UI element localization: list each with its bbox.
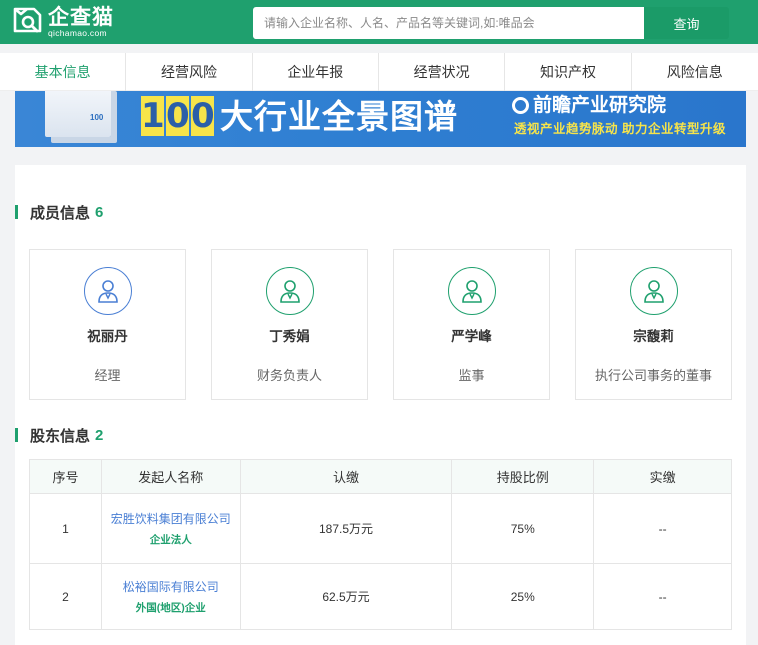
member-name: 祝丽丹 (87, 329, 128, 344)
cell-subscribed: 187.5万元 (239, 493, 453, 564)
tab-intellectual-property[interactable]: 知识产权 (505, 53, 632, 91)
member-name: 丁秀娟 (269, 329, 310, 344)
search-input[interactable] (264, 16, 644, 30)
cell-paid: -- (593, 563, 732, 630)
shareholder-link[interactable]: 宏胜饮料集团有限公司 (102, 511, 240, 528)
tab-bar: 基本信息 经营风险 企业年报 经营状况 知识产权 风险信息 (0, 53, 758, 91)
title-accent-bar (15, 205, 18, 219)
cell-index: 1 (29, 493, 102, 564)
table-row: 2 松裕国际有限公司 外国(地区)企业 62.5万元 25% -- (29, 563, 732, 630)
banner-brand: 前瞻产业研究院 (512, 93, 666, 117)
search-button[interactable]: 查询 (644, 7, 729, 39)
shareholder-link[interactable]: 松裕国际有限公司 (102, 579, 240, 596)
top-header: 企查猫 qichamao.com 查询 (0, 0, 758, 44)
member-card[interactable]: 丁秀娟 财务负责人 (211, 249, 368, 400)
member-card[interactable]: 祝丽丹 经理 (29, 249, 186, 400)
shareholder-type-tag: 外国(地区)企业 (135, 601, 206, 614)
table-header-row: 序号 发起人名称 认缴 持股比例 实缴 (29, 459, 732, 494)
shareholders-table: 序号 发起人名称 认缴 持股比例 实缴 1 宏胜饮料集团有限公司 企业法人 18… (29, 459, 732, 630)
cell-paid: -- (593, 493, 732, 564)
person-avatar-icon (630, 267, 678, 315)
content-card: 成员信息 6 祝丽丹 经理 丁秀娟 财务负责人 严学峰 监事 宗馥莉 执行公司事… (15, 165, 746, 645)
person-avatar-icon (448, 267, 496, 315)
col-header-paid: 实缴 (593, 459, 732, 494)
shareholders-count: 2 (95, 426, 104, 444)
report-book-image: 100 (45, 91, 111, 137)
cell-name: 宏胜饮料集团有限公司 企业法人 (100, 493, 241, 564)
member-role: 经理 (94, 368, 121, 383)
shareholder-type-tag: 企业法人 (149, 533, 192, 546)
members-section-title: 成员信息 6 (15, 203, 104, 222)
tab-risk-info[interactable]: 风险信息 (632, 53, 758, 91)
member-card[interactable]: 严学峰 监事 (393, 249, 550, 400)
member-name: 严学峰 (451, 329, 492, 344)
col-header-name: 发起人名称 (100, 459, 241, 494)
banner-title: 大行业全景图谱 (220, 97, 458, 136)
tab-basic-info[interactable]: 基本信息 (0, 53, 127, 91)
title-accent-bar (15, 428, 18, 442)
col-header-index: 序号 (29, 459, 102, 494)
site-logo[interactable]: 企查猫 qichamao.com (12, 5, 132, 41)
cat-logo-icon (12, 5, 46, 35)
table-row: 1 宏胜饮料集团有限公司 企业法人 187.5万元 75% -- (29, 493, 732, 564)
shareholders-section-title: 股东信息 2 (15, 426, 104, 445)
tab-business-risk[interactable]: 经营风险 (126, 53, 253, 91)
tab-annual-report[interactable]: 企业年报 (253, 53, 379, 91)
cell-subscribed: 62.5万元 (239, 563, 453, 630)
member-role: 财务负责人 (256, 368, 322, 383)
member-card[interactable]: 宗馥莉 执行公司事务的董事 (575, 249, 732, 400)
search-box (253, 7, 644, 39)
cell-ratio: 25% (451, 563, 595, 630)
member-role: 执行公司事务的董事 (594, 368, 712, 383)
brand-icon (512, 96, 529, 114)
cell-index: 2 (29, 563, 102, 630)
col-header-subscribed: 认缴 (239, 459, 453, 494)
logo-name: 企查猫 (48, 5, 114, 29)
banner-number: 100 (141, 96, 215, 136)
ad-banner[interactable]: 100 100 大行业全景图谱 前瞻产业研究院 透视产业趋势脉动 助力企业转型升… (15, 91, 746, 147)
col-header-ratio: 持股比例 (451, 459, 595, 494)
member-name: 宗馥莉 (633, 329, 674, 344)
banner-slogan: 透视产业趋势脉动 助力企业转型升级 (514, 122, 726, 136)
person-avatar-icon (266, 267, 314, 315)
logo-domain: qichamao.com (48, 28, 107, 38)
members-count: 6 (95, 203, 104, 221)
member-role: 监事 (458, 368, 485, 383)
cell-ratio: 75% (451, 493, 595, 564)
tab-operating-status[interactable]: 经营状况 (379, 53, 506, 91)
cell-name: 松裕国际有限公司 外国(地区)企业 (100, 563, 241, 630)
person-avatar-icon (84, 267, 132, 315)
